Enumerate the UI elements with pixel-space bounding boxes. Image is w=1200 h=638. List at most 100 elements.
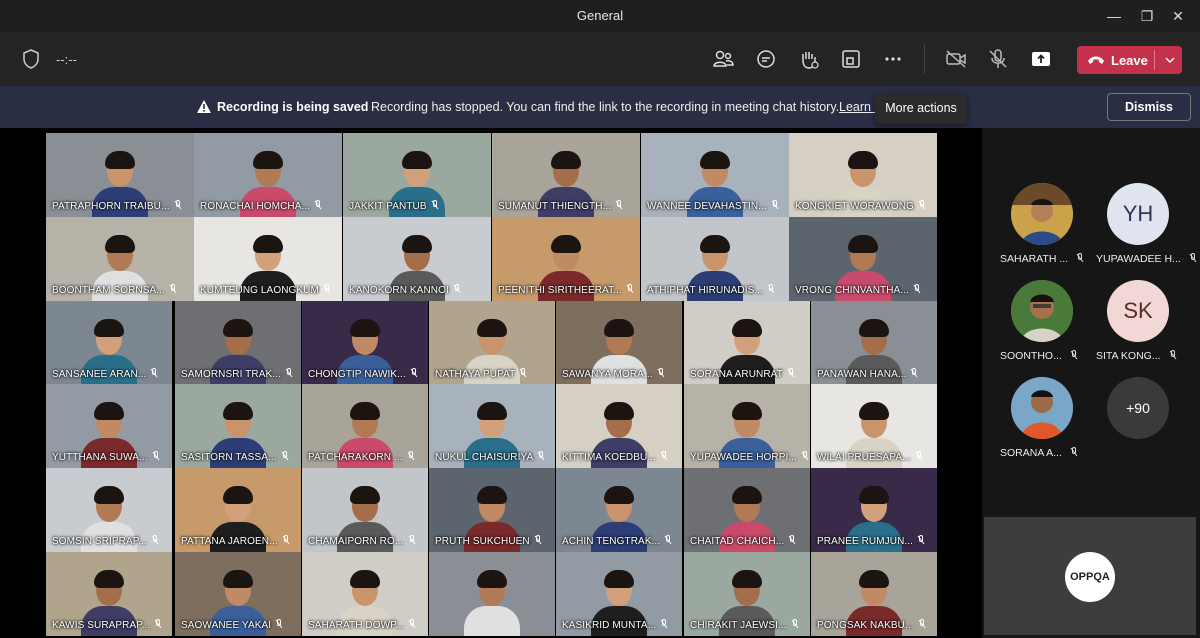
mic-off-icon bbox=[431, 200, 439, 210]
participant-name: SUMANUT THIENGTH... bbox=[498, 200, 623, 212]
mic-off-icon bbox=[791, 619, 799, 629]
participant-label: YUPAWADEE H... bbox=[1096, 253, 1197, 265]
mic-off-icon bbox=[1169, 350, 1176, 360]
participant-name: KANOKORN KANNOI bbox=[349, 284, 461, 296]
video-tile[interactable]: NATHAYA PUPAT bbox=[429, 301, 555, 385]
video-tile[interactable]: KANOKORN KANNOI bbox=[343, 217, 491, 301]
video-tile[interactable]: PATRAPHORN TRAIBU... bbox=[46, 133, 194, 217]
share-button[interactable] bbox=[1029, 47, 1053, 71]
video-tile[interactable]: PANAWAN HANA... bbox=[811, 301, 937, 385]
dismiss-button[interactable]: Dismiss bbox=[1107, 93, 1191, 121]
mic-off-icon bbox=[787, 368, 795, 378]
mic-off-icon bbox=[519, 368, 527, 378]
video-tile[interactable]: VRONG CHINVANTHA... bbox=[789, 217, 937, 301]
video-tile[interactable]: NUKUL CHAISURIYA bbox=[429, 384, 555, 468]
video-tile[interactable]: CHAITAD CHAICH... bbox=[684, 468, 810, 552]
video-tile[interactable]: KUMTEUNG LAONGKUM bbox=[194, 217, 342, 301]
leave-button[interactable]: Leave bbox=[1077, 46, 1182, 74]
video-tile[interactable]: ATHIPHAT HIRUNADIS... bbox=[641, 217, 789, 301]
participant-label: SORANA A... bbox=[1000, 447, 1078, 459]
video-tile[interactable]: SANSANEE ARAN... bbox=[46, 301, 172, 385]
minimize-button[interactable]: — bbox=[1102, 6, 1126, 26]
video-tile[interactable]: KASIKRID MUNTA... bbox=[556, 552, 682, 636]
video-tile[interactable]: CHIRAKIT JAEWSI... bbox=[684, 552, 810, 636]
video-tile[interactable]: KAWIS SURAPRAP... bbox=[46, 552, 172, 636]
video-tile[interactable]: PRANEE RUMJUN... bbox=[811, 468, 937, 552]
video-tile[interactable]: YUTTHANA SUWA... bbox=[46, 384, 172, 468]
video-tile[interactable]: WANNEE DEVAHASTIN... bbox=[641, 133, 789, 217]
video-tile[interactable]: PATTANA JAROEN... bbox=[175, 468, 301, 552]
video-tile[interactable]: SAWANYA MORA... bbox=[556, 301, 682, 385]
video-tile[interactable]: KONGKIET WORAWONG bbox=[789, 133, 937, 217]
video-tile[interactable]: SAOWANEE YAKAI bbox=[175, 552, 301, 636]
participant-avatar[interactable] bbox=[1011, 377, 1073, 439]
chat-button[interactable] bbox=[754, 47, 778, 71]
mic-off-icon bbox=[155, 619, 162, 629]
mic-off-icon bbox=[771, 200, 779, 210]
participant-name: SOMSIN SRIPRAP... bbox=[52, 535, 159, 547]
mic-button[interactable] bbox=[986, 47, 1010, 71]
more-actions-button[interactable] bbox=[881, 47, 905, 71]
mic-off-icon bbox=[915, 451, 923, 461]
more-icon bbox=[885, 57, 901, 61]
video-tile[interactable]: YUPAWADEE HORPI... bbox=[684, 384, 810, 468]
avatar-photo bbox=[1011, 280, 1073, 342]
video-tile[interactable]: PATCHARAKORN ... bbox=[302, 384, 428, 468]
video-tile[interactable]: PONGSAK NAKBU... bbox=[811, 552, 937, 636]
participant-avatar[interactable]: YH bbox=[1107, 183, 1169, 245]
rooms-button[interactable] bbox=[839, 47, 863, 71]
video-tile[interactable]: SAHARATH DOWP... bbox=[302, 552, 428, 636]
participant-name: SORANA ARUNRAT bbox=[690, 368, 795, 380]
chat-icon bbox=[757, 50, 775, 68]
participant-avatar[interactable] bbox=[1011, 280, 1073, 342]
close-button[interactable]: ✕ bbox=[1166, 6, 1190, 26]
participant-name: KONGKIET WORAWONG bbox=[795, 200, 926, 212]
participant-name: PATTANA JAROEN... bbox=[181, 535, 290, 547]
video-tile[interactable]: KITTIMA KOEDBU... bbox=[556, 384, 682, 468]
participant-name: WILAI PRUESAPA... bbox=[817, 451, 923, 463]
mic-off-icon bbox=[410, 368, 418, 378]
participant-name: PEENITHI SIRITHEERAT... bbox=[498, 284, 634, 296]
video-tile[interactable]: SAMORNSRI TRAK... bbox=[175, 301, 301, 385]
avatar-photo bbox=[1011, 377, 1073, 439]
more-participants-button[interactable]: +90 bbox=[1107, 377, 1169, 439]
mic-off-icon bbox=[660, 619, 668, 629]
video-tile[interactable] bbox=[429, 552, 555, 636]
camera-button[interactable] bbox=[944, 47, 968, 71]
participant-avatar[interactable] bbox=[1011, 183, 1073, 245]
video-tile[interactable]: SUMANUT THIENGTH... bbox=[492, 133, 640, 217]
recording-banner: Recording is being saved Recording has s… bbox=[0, 86, 1200, 128]
participant-name: SANSANEE ARAN... bbox=[52, 368, 158, 380]
participant-name: YUPAWADEE HORPI... bbox=[690, 451, 809, 463]
participant-avatar[interactable]: SK bbox=[1107, 280, 1169, 342]
video-tile[interactable]: RONACHAI HOMCHA... bbox=[194, 133, 342, 217]
mic-off-icon bbox=[285, 368, 293, 378]
mic-off-icon bbox=[453, 284, 461, 294]
leave-label: Leave bbox=[1111, 53, 1148, 68]
video-tile[interactable]: BOONTHAM SORNSA... bbox=[46, 217, 194, 301]
mic-off-icon bbox=[911, 368, 918, 378]
mic-off-icon bbox=[537, 451, 545, 461]
video-tile[interactable]: SOMSIN SRIPRAP... bbox=[46, 468, 172, 552]
mic-off-icon bbox=[917, 535, 925, 545]
mic-off-icon bbox=[314, 200, 322, 210]
video-tile[interactable]: PRUTH SUKCHUEN bbox=[429, 468, 555, 552]
people-button[interactable] bbox=[711, 47, 735, 71]
video-tile[interactable]: PEENITHI SIRITHEERAT... bbox=[492, 217, 640, 301]
mic-off-icon bbox=[151, 535, 159, 545]
reactions-button[interactable] bbox=[797, 47, 821, 71]
video-tile[interactable]: SASITORN TASSA... bbox=[175, 384, 301, 468]
video-tile[interactable]: WILAI PRUESAPA... bbox=[811, 384, 937, 468]
participant-name: NUKUL CHAISURIYA bbox=[435, 451, 545, 463]
video-tile[interactable]: CHONGTIP NAWIK... bbox=[302, 301, 428, 385]
shield-icon[interactable] bbox=[22, 49, 40, 69]
mic-off-icon bbox=[767, 284, 775, 294]
maximize-button[interactable]: ❐ bbox=[1135, 6, 1159, 26]
video-tile[interactable]: SORANA ARUNRAT bbox=[684, 301, 810, 385]
chevron-down-icon[interactable] bbox=[1164, 54, 1176, 66]
mic-off-icon bbox=[664, 535, 672, 545]
video-tile[interactable]: ACHIN TENGTRAK... bbox=[556, 468, 682, 552]
video-tile[interactable]: JAKKIT PANTUB bbox=[343, 133, 491, 217]
mic-off-icon bbox=[989, 49, 1007, 68]
video-tile[interactable]: CHAMAIPORN RO... bbox=[302, 468, 428, 552]
